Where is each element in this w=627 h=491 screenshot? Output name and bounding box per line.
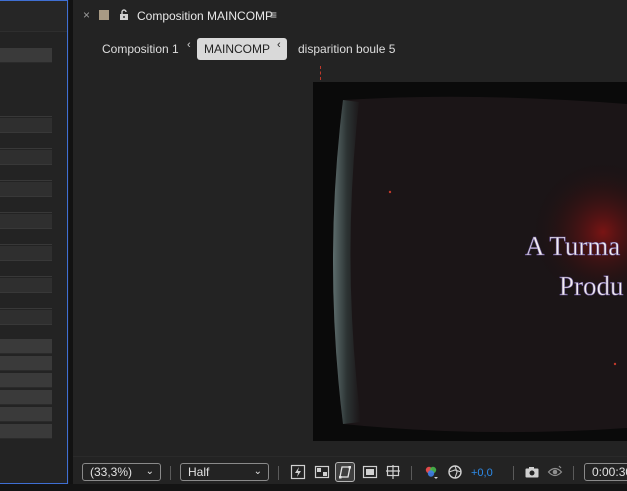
list-item[interactable] [0,166,52,181]
comp-text-line1: A Turma [525,231,620,261]
list-item[interactable] [0,150,52,165]
fast-previews-icon[interactable] [290,464,306,480]
toolbar-divider [513,466,514,480]
reset-exposure-icon[interactable] [447,464,463,480]
chevron-left-icon: ‹ [277,39,281,51]
label-color-swatch [99,10,109,20]
list-item[interactable] [0,356,52,371]
list-item[interactable] [0,230,52,245]
resolution-dropdown[interactable]: Half ⌄ [180,463,269,481]
composition-panel: × Composition MAINCOMP ≡ Composition 1 ‹… [73,0,627,484]
list-item[interactable] [0,182,52,197]
region-of-interest-icon[interactable] [362,464,378,480]
show-snapshot-icon[interactable] [547,464,563,480]
toolbar-divider [573,466,574,480]
comp-render: A Turma Produ [333,96,627,433]
chevron-down-icon: ⌄ [145,466,154,477]
list-item[interactable] [0,278,52,293]
list-item[interactable] [0,246,52,261]
list-item[interactable] [0,310,52,325]
lock-icon[interactable] [119,7,129,25]
breadcrumb-composition-1[interactable]: Composition 1 [95,38,186,60]
snapshot-icon[interactable] [524,464,540,480]
transparency-grid-icon[interactable] [314,464,330,480]
magnification-dropdown[interactable]: (33,3%) ⌄ [82,463,161,481]
list-item[interactable] [0,102,52,117]
breadcrumb-disparition-boule-5[interactable]: disparition boule 5 [291,38,402,60]
chevron-down-icon: ⌄ [253,466,262,477]
panel-menu-icon[interactable]: ≡ [270,8,277,22]
list-item[interactable] [0,134,52,149]
list-item[interactable] [0,198,52,213]
list-item[interactable] [0,373,52,388]
list-item[interactable] [0,407,52,422]
project-panel-header [0,1,67,32]
project-panel [0,0,68,484]
resolution-value: Half [188,465,210,479]
chevron-left-icon: ‹ [187,39,191,51]
breadcrumb: Composition 1 ‹ MAINCOMP ‹ disparition b… [73,31,627,66]
list-item[interactable] [0,48,52,63]
list-item[interactable] [0,214,52,229]
list-item[interactable] [0,262,52,277]
list-item[interactable] [0,294,52,309]
composition-frame[interactable]: A Turma Produ [313,82,627,441]
toolbar-divider [170,466,171,480]
current-time-marker [320,66,322,80]
toolbar-divider [411,466,412,480]
bottom-edge [0,484,627,491]
list-item[interactable] [0,118,52,133]
mask-path-visibility-icon[interactable] [335,462,355,482]
list-item[interactable] [0,424,52,439]
magnification-value: (33,3%) [90,465,133,479]
color-channels-icon[interactable] [423,464,439,480]
list-item[interactable] [0,390,52,405]
exposure-value[interactable]: +0,0 [471,467,493,479]
viewer-toolbar: (33,3%) ⌄ Half ⌄ +0,0 0:00:3 [73,456,627,484]
close-icon[interactable]: × [83,9,90,21]
comp-text-line2: Produ [559,271,624,301]
breadcrumb-maincomp[interactable]: MAINCOMP [197,38,287,60]
panel-header: × Composition MAINCOMP ≡ [73,0,627,31]
toolbar-divider [278,466,279,480]
current-time-display[interactable]: 0:00:30 [584,463,627,481]
guides-grid-icon[interactable] [385,464,401,480]
list-item[interactable] [0,339,52,354]
panel-title[interactable]: Composition MAINCOMP [137,9,273,23]
